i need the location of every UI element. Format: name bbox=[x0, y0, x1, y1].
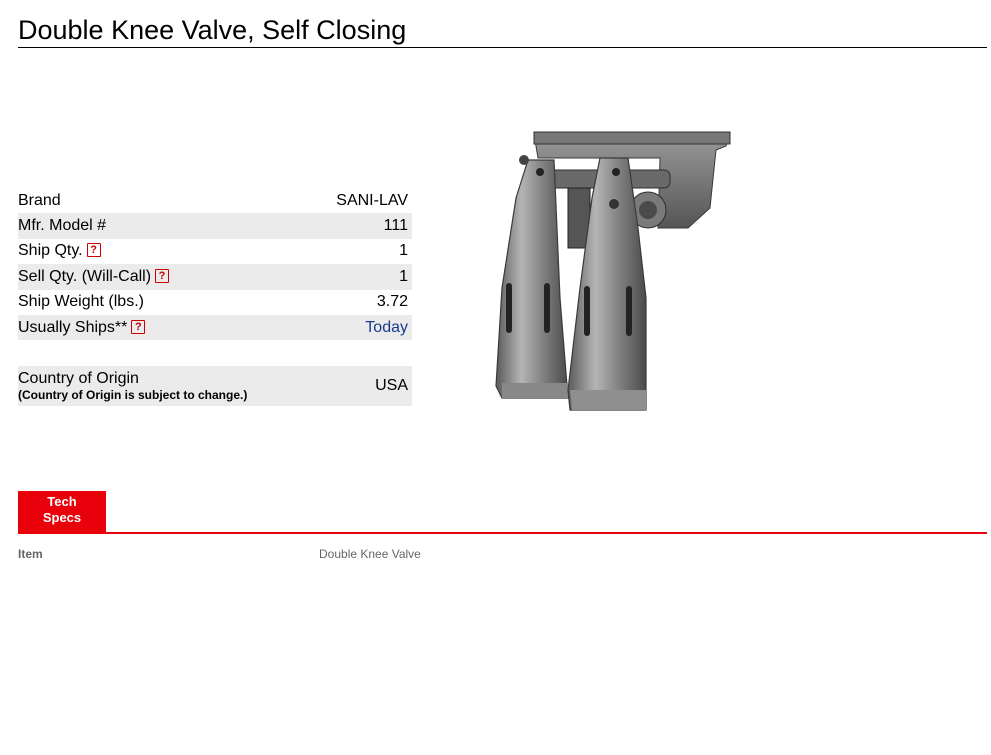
spec-label: Brand bbox=[18, 191, 61, 209]
spec-label: Ship Weight (lbs.) bbox=[18, 293, 144, 311]
spec-label: Usually Ships** bbox=[18, 318, 128, 336]
tab-tech-specs-line1: Tech bbox=[47, 494, 77, 509]
spec-label: Sell Qty. (Will-Call) bbox=[18, 267, 152, 285]
help-icon[interactable]: ? bbox=[155, 268, 170, 283]
spec-label: Ship Qty. bbox=[18, 242, 83, 260]
spec-label: Mfr. Model # bbox=[18, 213, 315, 239]
spec-row-sell-qty: Sell Qty. (Will-Call)? 1 bbox=[18, 264, 412, 290]
usually-ships-link[interactable]: Today bbox=[365, 319, 408, 336]
spec-value: 3.72 bbox=[376, 293, 408, 311]
spec-row-ship-weight: Ship Weight (lbs.) 3.72 bbox=[18, 290, 412, 315]
spec-row-model: Mfr. Model # 111 bbox=[18, 213, 412, 239]
product-image bbox=[495, 131, 731, 411]
spec-table: Brand SANI-LAV Mfr. Model # 111 Ship Qty… bbox=[18, 188, 412, 407]
spec-row-ship-qty: Ship Qty.? 1 bbox=[18, 239, 412, 264]
origin-label: Country of Origin bbox=[18, 370, 139, 388]
spec-row-origin: Country of Origin (Country of Origin is … bbox=[18, 366, 412, 407]
spec-value: 1 bbox=[314, 264, 412, 290]
detail-item-label: Item bbox=[18, 547, 43, 561]
spacer-row bbox=[18, 340, 412, 367]
detail-item-value: Double Knee Valve bbox=[319, 547, 421, 561]
origin-note: (Country of Origin is subject to change.… bbox=[18, 388, 248, 403]
help-icon[interactable]: ? bbox=[131, 319, 146, 334]
spec-value: 111 bbox=[314, 213, 412, 239]
spec-row-brand: Brand SANI-LAV bbox=[18, 188, 412, 213]
spec-row-usually-ships: Usually Ships**? Today bbox=[18, 314, 412, 341]
spec-value: SANI-LAV bbox=[336, 191, 408, 209]
tab-tech-specs[interactable]: Tech Specs bbox=[18, 491, 106, 533]
help-icon[interactable]: ? bbox=[86, 243, 101, 258]
origin-value: USA bbox=[314, 366, 412, 407]
tab-underline bbox=[18, 532, 987, 534]
tab-tech-specs-line2: Specs bbox=[42, 510, 82, 525]
spec-value: 1 bbox=[399, 242, 408, 260]
page-title: Double Knee Valve, Self Closing bbox=[18, 14, 987, 48]
